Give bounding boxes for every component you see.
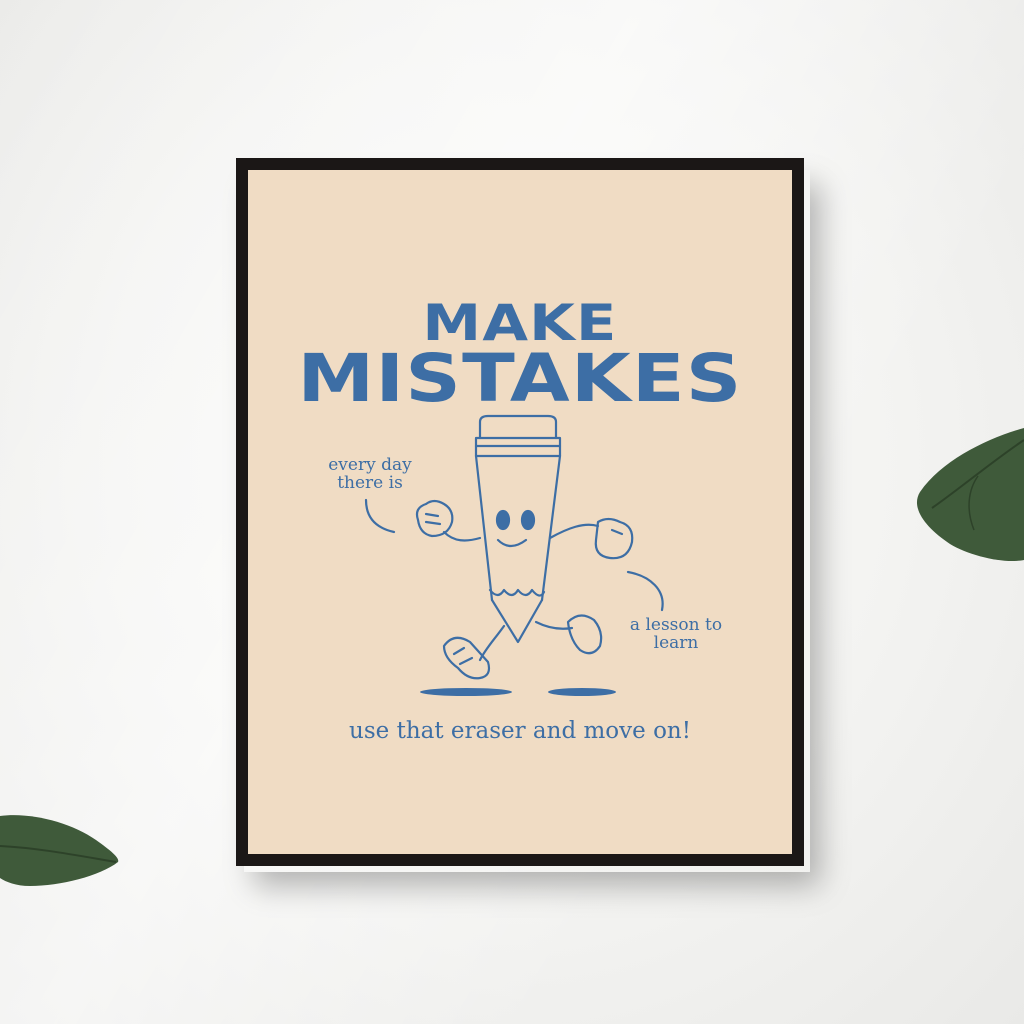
poster: MAKE MISTAKES every day there is a lesso… — [248, 170, 792, 854]
leaf-icon — [916, 428, 1024, 562]
pencil-character-icon — [364, 414, 664, 696]
picture-frame: MAKE MISTAKES every day there is a lesso… — [236, 158, 804, 866]
leaf-icon — [0, 815, 119, 886]
poster-tagline: use that eraser and move on! — [349, 718, 691, 744]
